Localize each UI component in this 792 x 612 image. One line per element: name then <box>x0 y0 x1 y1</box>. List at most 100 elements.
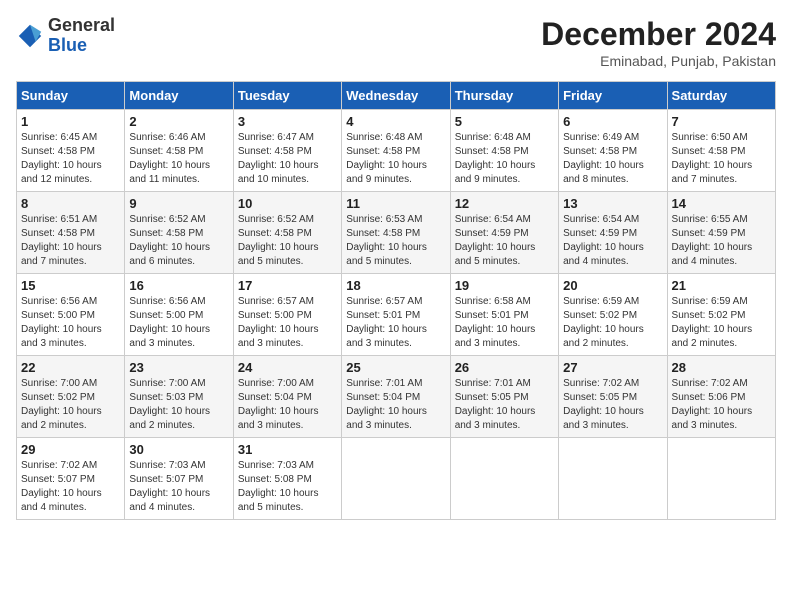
calendar-day-cell: 31Sunrise: 7:03 AMSunset: 5:08 PMDayligh… <box>233 438 341 520</box>
weekday-header-tuesday: Tuesday <box>233 82 341 110</box>
calendar-day-cell: 26 Sunrise: 7:01 AMSunset: 5:05 PMDayligh… <box>450 356 558 438</box>
day-info: Sunrise: 6:56 AMSunset: 5:00 PMDaylight:… <box>21 295 120 351</box>
day-info: Sunrise: 6:48 AMSunset: 4:58 PMDaylight:… <box>346 131 445 187</box>
day-info: Sunrise: 6:52 AMSunset: 4:58 PMDaylight:… <box>129 213 228 269</box>
day-number: 1 <box>21 114 120 129</box>
day-info: Sunrise: 6:56 AMSunset: 5:00 PMDaylight:… <box>129 295 228 351</box>
day-number: 19 <box>455 278 554 293</box>
day-info: Sunrise: 7:02 AMSunset: 5:07 PMDaylight:… <box>21 459 120 515</box>
day-info: Sunrise: 6:59 AMSunset: 5:02 PMDaylight:… <box>563 295 662 351</box>
day-info: Sunrise: 6:54 AMSunset: 4:59 PMDaylight:… <box>563 213 662 269</box>
day-number: 24 <box>238 360 337 375</box>
calendar-day-cell: 27Sunrise: 7:02 AMSunset: 5:05 PMDayligh… <box>559 356 667 438</box>
day-number: 20 <box>563 278 662 293</box>
calendar-day-cell: 5Sunrise: 6:48 AMSunset: 4:58 PMDaylight… <box>450 110 558 192</box>
day-info: Sunrise: 6:48 AMSunset: 4:58 PMDaylight:… <box>455 131 554 187</box>
calendar-week-row: 8 Sunrise: 6:51 AMSunset: 4:58 PMDaylight… <box>17 192 776 274</box>
empty-cell <box>450 438 558 520</box>
day-number: 17 <box>238 278 337 293</box>
calendar-day-cell: 6 Sunrise: 6:49 AMSunset: 4:58 PMDaylight… <box>559 110 667 192</box>
day-number: 3 <box>238 114 337 129</box>
calendar-day-cell: 28 Sunrise: 7:02 AMSunset: 5:06 PMDayligh… <box>667 356 775 438</box>
calendar-day-cell: 24Sunrise: 7:00 AMSunset: 5:04 PMDayligh… <box>233 356 341 438</box>
day-number: 25 <box>346 360 445 375</box>
calendar-day-cell: 12 Sunrise: 6:54 AMSunset: 4:59 PMDayligh… <box>450 192 558 274</box>
day-number: 12 <box>455 196 554 211</box>
day-number: 26 <box>455 360 554 375</box>
day-number: 18 <box>346 278 445 293</box>
logo: General Blue <box>16 16 115 56</box>
day-info: Sunrise: 7:03 AMSunset: 5:07 PMDaylight:… <box>129 459 228 515</box>
weekday-header-sunday: Sunday <box>17 82 125 110</box>
day-number: 9 <box>129 196 228 211</box>
day-number: 11 <box>346 196 445 211</box>
day-number: 21 <box>672 278 771 293</box>
day-number: 2 <box>129 114 228 129</box>
day-number: 22 <box>21 360 120 375</box>
day-info: Sunrise: 7:00 AMSunset: 5:02 PMDaylight:… <box>21 377 120 433</box>
calendar-day-cell: 4 Sunrise: 6:48 AMSunset: 4:58 PMDaylight… <box>342 110 450 192</box>
day-info: Sunrise: 6:45 AMSunset: 4:58 PMDaylight:… <box>21 131 120 187</box>
weekday-header-saturday: Saturday <box>667 82 775 110</box>
logo-general-text: General <box>48 16 115 36</box>
calendar-day-cell: 2Sunrise: 6:46 AMSunset: 4:58 PMDaylight… <box>125 110 233 192</box>
logo-icon <box>16 22 44 50</box>
calendar-day-cell: 18Sunrise: 6:57 AMSunset: 5:01 PMDayligh… <box>342 274 450 356</box>
calendar-week-row: 1 Sunrise: 6:45 AMSunset: 4:58 PMDaylight… <box>17 110 776 192</box>
day-info: Sunrise: 7:00 AMSunset: 5:03 PMDaylight:… <box>129 377 228 433</box>
calendar-day-cell: 25Sunrise: 7:01 AMSunset: 5:04 PMDayligh… <box>342 356 450 438</box>
day-number: 4 <box>346 114 445 129</box>
empty-cell <box>667 438 775 520</box>
calendar-day-cell: 22 Sunrise: 7:00 AMSunset: 5:02 PMDayligh… <box>17 356 125 438</box>
calendar-day-cell: 16 Sunrise: 6:56 AMSunset: 5:00 PMDayligh… <box>125 274 233 356</box>
day-number: 7 <box>672 114 771 129</box>
day-info: Sunrise: 6:47 AMSunset: 4:58 PMDaylight:… <box>238 131 337 187</box>
day-number: 15 <box>21 278 120 293</box>
day-number: 16 <box>129 278 228 293</box>
logo-blue-text: Blue <box>48 36 115 56</box>
day-info: Sunrise: 6:52 AMSunset: 4:58 PMDaylight:… <box>238 213 337 269</box>
calendar-day-cell: 11Sunrise: 6:53 AMSunset: 4:58 PMDayligh… <box>342 192 450 274</box>
weekday-header-friday: Friday <box>559 82 667 110</box>
calendar-day-cell: 7 Sunrise: 6:50 AMSunset: 4:58 PMDaylight… <box>667 110 775 192</box>
day-info: Sunrise: 7:03 AMSunset: 5:08 PMDaylight:… <box>238 459 337 515</box>
calendar-day-cell: 1 Sunrise: 6:45 AMSunset: 4:58 PMDaylight… <box>17 110 125 192</box>
empty-cell <box>559 438 667 520</box>
calendar-week-row: 29 Sunrise: 7:02 AMSunset: 5:07 PMDayligh… <box>17 438 776 520</box>
day-info: Sunrise: 7:01 AMSunset: 5:05 PMDaylight:… <box>455 377 554 433</box>
calendar-table: SundayMondayTuesdayWednesdayThursdayFrid… <box>16 81 776 520</box>
day-number: 29 <box>21 442 120 457</box>
day-info: Sunrise: 7:02 AMSunset: 5:06 PMDaylight:… <box>672 377 771 433</box>
title-block: December 2024 Eminabad, Punjab, Pakistan <box>541 16 776 69</box>
calendar-day-cell: 14Sunrise: 6:55 AMSunset: 4:59 PMDayligh… <box>667 192 775 274</box>
day-number: 28 <box>672 360 771 375</box>
weekday-header-row: SundayMondayTuesdayWednesdayThursdayFrid… <box>17 82 776 110</box>
calendar-day-cell: 23Sunrise: 7:00 AMSunset: 5:03 PMDayligh… <box>125 356 233 438</box>
day-info: Sunrise: 6:50 AMSunset: 4:58 PMDaylight:… <box>672 131 771 187</box>
calendar-day-cell: 29 Sunrise: 7:02 AMSunset: 5:07 PMDayligh… <box>17 438 125 520</box>
weekday-header-monday: Monday <box>125 82 233 110</box>
day-info: Sunrise: 6:59 AMSunset: 5:02 PMDaylight:… <box>672 295 771 351</box>
calendar-day-cell: 8 Sunrise: 6:51 AMSunset: 4:58 PMDaylight… <box>17 192 125 274</box>
calendar-day-cell: 20 Sunrise: 6:59 AMSunset: 5:02 PMDayligh… <box>559 274 667 356</box>
calendar-day-cell: 21 Sunrise: 6:59 AMSunset: 5:02 PMDayligh… <box>667 274 775 356</box>
calendar-day-cell: 19Sunrise: 6:58 AMSunset: 5:01 PMDayligh… <box>450 274 558 356</box>
weekday-header-thursday: Thursday <box>450 82 558 110</box>
empty-cell <box>342 438 450 520</box>
day-number: 8 <box>21 196 120 211</box>
day-number: 6 <box>563 114 662 129</box>
calendar-day-cell: 3 Sunrise: 6:47 AMSunset: 4:58 PMDaylight… <box>233 110 341 192</box>
day-info: Sunrise: 6:49 AMSunset: 4:58 PMDaylight:… <box>563 131 662 187</box>
day-info: Sunrise: 6:57 AMSunset: 5:00 PMDaylight:… <box>238 295 337 351</box>
calendar-day-cell: 17 Sunrise: 6:57 AMSunset: 5:00 PMDayligh… <box>233 274 341 356</box>
calendar-day-cell: 13Sunrise: 6:54 AMSunset: 4:59 PMDayligh… <box>559 192 667 274</box>
day-number: 30 <box>129 442 228 457</box>
day-info: Sunrise: 7:02 AMSunset: 5:05 PMDaylight:… <box>563 377 662 433</box>
location: Eminabad, Punjab, Pakistan <box>541 53 776 69</box>
calendar-day-cell: 30 Sunrise: 7:03 AMSunset: 5:07 PMDayligh… <box>125 438 233 520</box>
day-info: Sunrise: 6:54 AMSunset: 4:59 PMDaylight:… <box>455 213 554 269</box>
day-number: 14 <box>672 196 771 211</box>
calendar-day-cell: 10Sunrise: 6:52 AMSunset: 4:58 PMDayligh… <box>233 192 341 274</box>
calendar-day-cell: 15 Sunrise: 6:56 AMSunset: 5:00 PMDayligh… <box>17 274 125 356</box>
day-info: Sunrise: 6:51 AMSunset: 4:58 PMDaylight:… <box>21 213 120 269</box>
